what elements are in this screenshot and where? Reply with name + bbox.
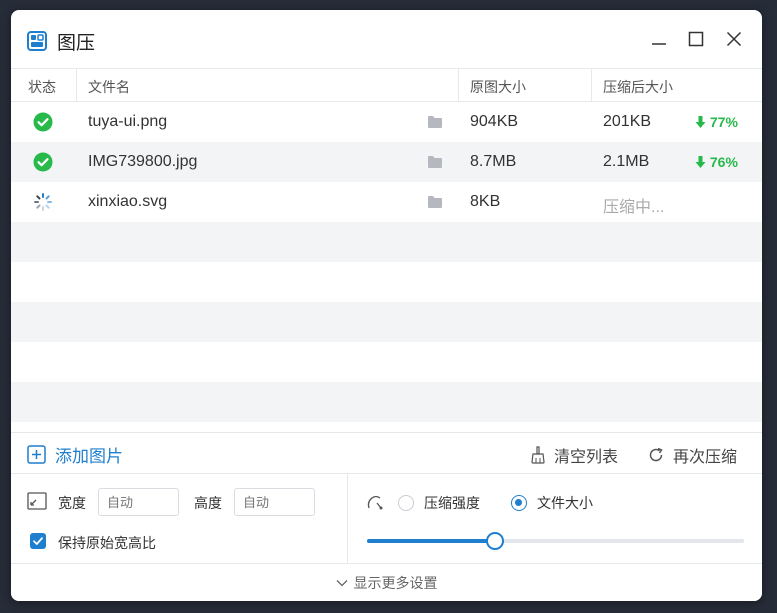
close-icon (726, 31, 742, 47)
add-image-label: 添加图片 (55, 447, 123, 466)
action-bar: 添加图片 清空列表 再次压缩 (11, 433, 762, 474)
height-label: 高度 (194, 495, 222, 511)
clear-list-button[interactable]: 清空列表 (531, 443, 618, 467)
chevron-down-icon (336, 580, 347, 587)
brush-icon (531, 446, 545, 464)
folder-icon[interactable] (427, 115, 443, 129)
reduction-badge: 77% (695, 114, 738, 130)
empty-row (11, 222, 762, 262)
file-list: tuya-ui.png 904KB 201KB 77% IMG739800.jp… (11, 102, 762, 432)
keep-ratio-checkbox[interactable] (30, 533, 46, 549)
resize-icon (27, 492, 47, 510)
show-more-settings-label: 显示更多设置 (353, 575, 438, 591)
reduction-percent: 77% (709, 114, 738, 130)
original-size: 8.7MB (470, 153, 517, 170)
loading-spinner-icon (34, 193, 52, 211)
checkmark-icon (33, 537, 43, 545)
original-size: 904KB (470, 113, 519, 130)
mode-size-radio[interactable] (511, 495, 527, 511)
empty-row (11, 302, 762, 342)
close-button[interactable] (722, 27, 746, 51)
width-input[interactable] (98, 488, 179, 516)
table-row[interactable]: tuya-ui.png 904KB 201KB 77% (11, 102, 762, 142)
folder-icon[interactable] (427, 155, 443, 169)
mode-size-label: 文件大小 (537, 495, 593, 511)
column-header-original-size[interactable]: 原图大小 (470, 77, 526, 97)
arrow-down-icon (695, 156, 706, 168)
dimension-settings: 宽度 高度 保持原始宽高比 (11, 474, 348, 563)
keep-ratio-label: 保持原始宽高比 (58, 535, 156, 551)
refresh-icon (649, 447, 663, 462)
minimize-icon (652, 43, 666, 45)
table-header: 状态 文件名 原图大小 压缩后大小 (11, 68, 762, 102)
column-header-filename[interactable]: 文件名 (88, 77, 130, 97)
file-name: IMG739800.jpg (88, 153, 198, 170)
clear-list-label: 清空列表 (554, 449, 619, 466)
arrow-down-icon (695, 116, 706, 128)
mode-quality-radio[interactable] (398, 495, 414, 511)
slider-fill (367, 539, 496, 543)
settings-panel: 宽度 高度 保持原始宽高比 压缩强度 文件大小 (11, 474, 762, 563)
column-header-compressed-size[interactable]: 压缩后大小 (603, 77, 673, 97)
empty-row (11, 262, 762, 302)
file-name: tuya-ui.png (88, 113, 168, 130)
minimize-button[interactable] (647, 27, 671, 51)
compressed-size: 201KB (603, 113, 652, 130)
title-bar[interactable]: 图压 (11, 10, 762, 68)
app-logo-icon (27, 31, 47, 51)
add-image-button[interactable]: 添加图片 (27, 442, 123, 467)
width-label: 宽度 (58, 495, 86, 511)
empty-row (11, 342, 762, 382)
table-row[interactable]: xinxiao.svg 8KB 压缩中... (11, 182, 762, 222)
reduction-badge: 76% (695, 154, 738, 170)
folder-icon[interactable] (427, 195, 443, 209)
app-window: 图压 状态 文件名 原图大小 压缩后大小 tuya-ui.png 904KB 2… (11, 10, 762, 601)
bottom-panel: 添加图片 清空列表 再次压缩 宽度 自动 高度 自动 保持原始宽高比 压缩强度 … (11, 432, 762, 601)
show-more-settings-button[interactable]: 显示更多设置 (11, 563, 762, 601)
compressed-size: 2.1MB (603, 153, 650, 170)
slider-thumb[interactable] (486, 532, 505, 550)
compression-slider[interactable] (367, 532, 744, 550)
column-divider (76, 69, 77, 102)
empty-row (11, 382, 762, 422)
compressing-status: 压缩中... (603, 199, 665, 216)
height-input[interactable] (234, 488, 315, 516)
column-header-status[interactable]: 状态 (28, 77, 56, 97)
compression-settings: 压缩强度 文件大小 (349, 474, 762, 563)
table-row[interactable]: IMG739800.jpg 8.7MB 2.1MB 76% (11, 142, 762, 182)
reduction-percent: 76% (709, 154, 738, 170)
maximize-button[interactable] (684, 27, 708, 51)
gauge-icon (367, 495, 383, 510)
column-divider (591, 69, 592, 102)
column-divider (458, 69, 459, 102)
recompress-label: 再次压缩 (673, 449, 738, 466)
original-size: 8KB (470, 193, 501, 210)
app-title: 图压 (57, 33, 96, 54)
file-name: xinxiao.svg (88, 193, 168, 210)
mode-quality-label: 压缩强度 (424, 495, 480, 511)
success-check-icon (33, 112, 53, 132)
recompress-button[interactable]: 再次压缩 (648, 443, 737, 467)
maximize-icon (688, 31, 704, 47)
success-check-icon (33, 152, 53, 172)
add-square-icon (27, 445, 46, 464)
